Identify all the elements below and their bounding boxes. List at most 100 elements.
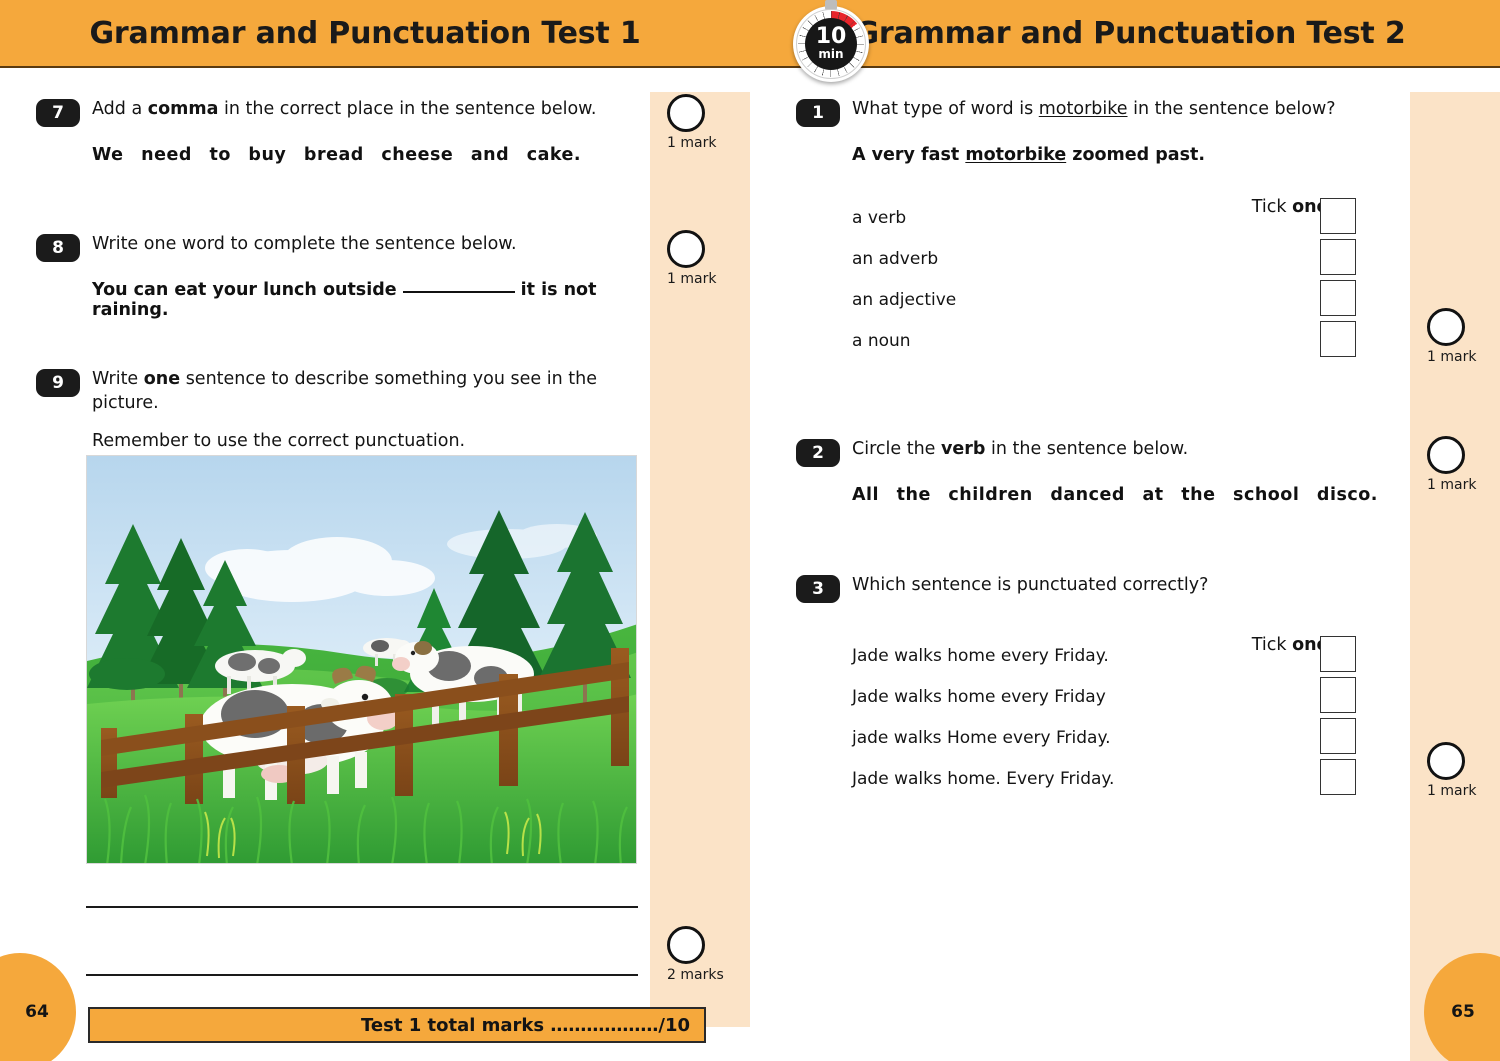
option-checkbox[interactable] bbox=[1320, 759, 1356, 795]
option-row[interactable]: a verb bbox=[852, 197, 1396, 238]
question-3-head: 3 Which sentence is punctuated correctly… bbox=[796, 574, 1396, 603]
question-1-head: 1 What type of word is motorbike in the … bbox=[796, 98, 1396, 127]
option-label: a noun bbox=[852, 330, 911, 351]
right-page-content: 1 What type of word is motorbike in the … bbox=[750, 68, 1410, 1061]
question-1-tick-block: Tick one. a verb an adverb an adjective bbox=[852, 197, 1396, 361]
question-prompt: Circle the verb in the sentence below. bbox=[852, 438, 1188, 462]
question-number: 3 bbox=[796, 575, 840, 603]
option-row[interactable]: Jade walks home. Every Friday. bbox=[852, 758, 1396, 799]
mark-slot-q2: 1 mark bbox=[1415, 436, 1500, 493]
question-1-options: a verb an adverb an adjective a noun bbox=[852, 197, 1396, 361]
mark-slot-q3: 1 mark bbox=[1415, 742, 1500, 799]
option-checkbox[interactable] bbox=[1320, 677, 1356, 713]
option-checkbox[interactable] bbox=[1320, 321, 1356, 357]
timer-minutes: 10 bbox=[815, 23, 847, 49]
question-3: 3 Which sentence is punctuated correctly… bbox=[796, 574, 1396, 799]
prompt-pre: Circle the bbox=[852, 439, 941, 459]
question-9-subtext: Remember to use the correct punctuation. bbox=[92, 431, 466, 452]
question-8: 8 Write one word to complete the sentenc… bbox=[36, 233, 636, 320]
left-page: 1 mark 1 mark 2 marks 7 Add a comma in t… bbox=[0, 68, 750, 1061]
option-label: Jade walks home. Every Friday. bbox=[852, 768, 1115, 789]
mark-label: 1 mark bbox=[1427, 783, 1477, 799]
sentence-pre: You can eat your lunch outside bbox=[92, 280, 397, 300]
farm-illustration bbox=[86, 455, 637, 864]
question-2-sentence: All the children danced at the school di… bbox=[852, 485, 1378, 505]
mark-circle[interactable] bbox=[667, 926, 705, 964]
page-title-left: Grammar and Punctuation Test 1 bbox=[89, 15, 641, 51]
option-checkbox[interactable] bbox=[1320, 718, 1356, 754]
answer-line-2[interactable] bbox=[86, 974, 638, 976]
option-label: jade walks Home every Friday. bbox=[852, 727, 1111, 748]
left-page-content: 7 Add a comma in the correct place in th… bbox=[0, 68, 650, 1061]
option-label: an adverb bbox=[852, 248, 939, 269]
question-3-tick-block: Tick one. Jade walks home every Friday. … bbox=[852, 635, 1396, 799]
question-7-head: 7 Add a comma in the correct place in th… bbox=[36, 98, 636, 127]
mark-circle[interactable] bbox=[667, 230, 705, 268]
question-prompt: Write one word to complete the sentence … bbox=[92, 234, 517, 254]
question-number: 1 bbox=[796, 99, 840, 127]
option-row[interactable]: an adjective bbox=[852, 279, 1396, 320]
option-checkbox[interactable] bbox=[1320, 198, 1356, 234]
option-row[interactable]: an adverb bbox=[852, 238, 1396, 279]
timer-icon: 10 min bbox=[793, 0, 869, 82]
question-7: 7 Add a comma in the correct place in th… bbox=[36, 98, 636, 165]
right-page: 1 mark 1 mark 1 mark 1 What type of word… bbox=[750, 68, 1500, 1061]
answer-line-1[interactable] bbox=[86, 906, 638, 908]
mark-circle[interactable] bbox=[1427, 742, 1465, 780]
question-number: 2 bbox=[796, 439, 840, 467]
question-3-options: Jade walks home every Friday. Jade walks… bbox=[852, 635, 1396, 799]
prompt-post: in the sentence below? bbox=[1127, 99, 1336, 119]
sentence-pre: A very fast bbox=[852, 145, 966, 165]
option-label: a verb bbox=[852, 207, 907, 228]
mark-label: 1 mark bbox=[1427, 477, 1477, 493]
question-prompt: Which sentence is punctuated correctly? bbox=[852, 575, 1209, 595]
question-2-head: 2 Circle the verb in the sentence below. bbox=[796, 438, 1396, 467]
option-label: Jade walks home every Friday. bbox=[852, 645, 1109, 666]
question-1: 1 What type of word is motorbike in the … bbox=[796, 98, 1396, 361]
mark-label: 1 mark bbox=[667, 271, 717, 287]
question-number: 9 bbox=[36, 369, 80, 397]
prompt-pre: Write bbox=[92, 369, 144, 389]
option-row[interactable]: Jade walks home every Friday. bbox=[852, 635, 1396, 676]
option-row[interactable]: Jade walks home every Friday bbox=[852, 676, 1396, 717]
question-prompt: What type of word is motorbike in the se… bbox=[852, 98, 1336, 122]
mark-circle[interactable] bbox=[1427, 308, 1465, 346]
option-label: Jade walks home every Friday bbox=[852, 686, 1106, 707]
farm-illustration-svg bbox=[87, 456, 636, 863]
prompt-bold: comma bbox=[147, 99, 219, 119]
sentence-underlined-word: motorbike bbox=[965, 145, 1067, 165]
mark-slot-q8: 1 mark bbox=[655, 230, 755, 287]
question-prompt: Write one sentence to describe something… bbox=[92, 368, 636, 415]
mark-slot-q9: 2 marks bbox=[655, 926, 755, 983]
mark-circle[interactable] bbox=[1427, 436, 1465, 474]
total-marks-bar: Test 1 total marks ………………/10 bbox=[88, 1007, 706, 1043]
question-9: 9 Write one sentence to describe somethi… bbox=[36, 368, 636, 451]
option-checkbox[interactable] bbox=[1320, 280, 1356, 316]
mark-circle[interactable] bbox=[667, 94, 705, 132]
question-number: 8 bbox=[36, 234, 80, 262]
total-marks-label: Test 1 total marks ………………/10 bbox=[361, 1014, 690, 1036]
prompt-underlined-word: motorbike bbox=[1038, 99, 1128, 119]
prompt-bold: one bbox=[143, 369, 181, 389]
timer-unit: min bbox=[818, 46, 844, 61]
question-prompt: Add a comma in the correct place in the … bbox=[92, 98, 596, 122]
question-1-sentence: A very fast motorbike zoomed past. bbox=[852, 145, 1396, 165]
option-checkbox[interactable] bbox=[1320, 636, 1356, 672]
option-checkbox[interactable] bbox=[1320, 239, 1356, 275]
prompt-bold: verb bbox=[941, 439, 986, 459]
prompt-post: in the correct place in the sentence bel… bbox=[218, 99, 597, 119]
mark-label: 1 mark bbox=[667, 135, 717, 151]
prompt-post: in the sentence below. bbox=[985, 439, 1189, 459]
question-7-sentence: We need to buy bread cheese and cake. bbox=[92, 145, 582, 165]
mark-strip-right bbox=[1410, 92, 1500, 1061]
option-row[interactable]: a noun bbox=[852, 320, 1396, 361]
mark-label: 2 marks bbox=[667, 967, 724, 983]
mark-slot-q7: 1 mark bbox=[655, 94, 755, 151]
prompt-pre: Add a bbox=[92, 99, 148, 119]
answer-blank[interactable] bbox=[402, 291, 515, 293]
option-row[interactable]: jade walks Home every Friday. bbox=[852, 717, 1396, 758]
question-number: 7 bbox=[36, 99, 80, 127]
timer-core: 10 min bbox=[805, 18, 857, 70]
mark-slot-q1: 1 mark bbox=[1415, 308, 1500, 365]
sentence-post: zoomed past. bbox=[1066, 145, 1205, 165]
